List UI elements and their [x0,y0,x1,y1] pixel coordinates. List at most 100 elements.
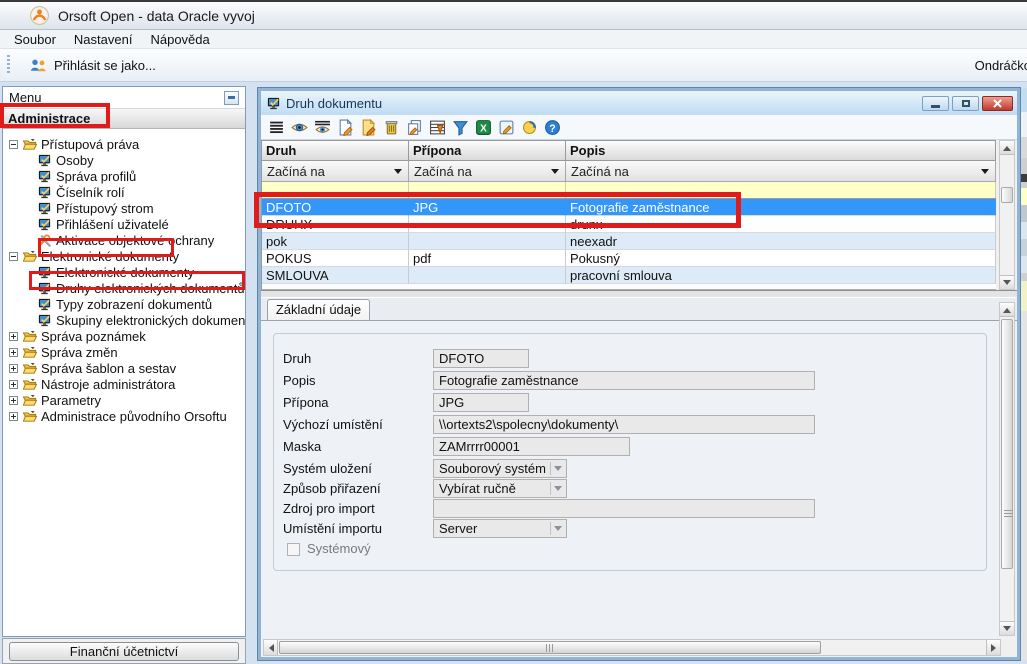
tree-item-nastroje-administratora[interactable]: Nástroje administrátora [3,376,245,392]
table-cell [409,233,566,250]
systemovy-checkbox[interactable] [287,543,300,556]
view-columns-icon[interactable] [314,119,331,136]
summary-icon[interactable] [429,119,446,136]
scrollbar-thumb[interactable] [279,641,821,654]
sidebar-collapse-button[interactable] [224,91,239,105]
form-field-umisteni-importu[interactable]: Server [433,519,567,538]
table-row[interactable]: DRUHXdrunx [262,216,996,233]
export-excel-icon[interactable]: X [475,119,492,136]
tree-item-administrace-puvodniho-orsoftu[interactable]: Administrace původního Orsoftu [3,408,245,424]
form-field-popis[interactable]: Fotografie zaměstnance [433,371,815,390]
expand-expander-icon[interactable] [9,332,18,341]
window-titlebar[interactable]: Druh dokumentu [261,91,1017,115]
minimize-button[interactable] [922,96,949,111]
expand-expander-icon[interactable] [9,348,18,357]
app-titlebar: Orsoft Open - data Oracle vyvoj [0,2,1027,30]
tree-item-aktivace-objektove-ochrany[interactable]: Aktivace objektové ochrany [3,232,245,248]
scroll-down-icon[interactable] [1000,275,1014,289]
scrollbar-thumb[interactable] [1001,187,1013,203]
scroll-up-icon[interactable] [1000,303,1014,317]
tab-zakladni-udaje[interactable]: Základní údaje [267,299,370,320]
sidebar-section-administrace[interactable]: Administrace [3,109,245,129]
column-header-popis[interactable]: Popis [566,140,996,161]
table-row[interactable]: pokneexadr [262,233,996,250]
expand-expander-icon[interactable] [9,364,18,373]
table-row[interactable]: POKUSpdfPokusný [262,250,996,267]
collapse-expander-icon[interactable] [9,140,18,149]
delete-record-icon[interactable] [383,119,400,136]
table-vertical-scrollbar[interactable] [999,140,1015,290]
toolbar-grip[interactable] [7,55,10,75]
refresh-icon[interactable] [521,119,538,136]
login-as-button[interactable]: Přihlásit se jako... [23,55,162,76]
expand-expander-icon[interactable] [9,380,18,389]
filter-input-cell[interactable] [566,182,996,198]
filter-input-cell[interactable] [409,182,566,198]
tree-item-druhy-elektronickych-dokumentu[interactable]: Druhy elektronických dokumentů [3,280,245,296]
tree-item-skupiny-elektronickych-dokumentu[interactable]: Skupiny elektronických dokumentů [3,312,245,328]
view-icon[interactable] [291,119,308,136]
scroll-up-icon[interactable] [1000,141,1014,155]
scrollbar-thumb[interactable] [1001,319,1013,569]
tools-icon [37,233,52,248]
tree-item-elektronicke-dokumenty[interactable]: Elektronické dokumenty [3,264,245,280]
tree-item-parametry[interactable]: Parametry [3,392,245,408]
menu-item-napoveda[interactable]: Nápověda [141,31,218,48]
form-field-pripona[interactable]: JPG [433,393,529,412]
form-field-zdroj-pro-import[interactable] [433,499,815,518]
tree-item-sprava-poznamek[interactable]: Správa poznámek [3,328,245,344]
horizontal-scrollbar[interactable] [263,639,1001,656]
filter-dropdown-druh[interactable]: Začíná na [262,161,409,182]
column-header-pripona[interactable]: Přípona [409,140,566,161]
scroll-right-icon[interactable] [986,640,1000,655]
tree-item-pristupova-prava[interactable]: Přístupová práva [3,136,245,152]
scroll-left-icon[interactable] [264,640,278,655]
form-label-zdroj-pro-import: Zdroj pro import [283,501,375,516]
expand-expander-icon[interactable] [9,412,18,421]
menu-item-soubor[interactable]: Soubor [5,31,65,48]
tree-item-prihlaseni-uzivatele[interactable]: Přihlášení uživatelé [3,216,245,232]
tree-item-sprava-profilu[interactable]: Správa profilů [3,168,245,184]
form-field-zpusob-prirazeni[interactable]: Vybírat ručně [433,479,567,498]
tree-item-sprava-zmen[interactable]: Správa změn [3,344,245,360]
tree-item-sprava-sablon-a-sestav[interactable]: Správa šablon a sestav [3,360,245,376]
tree-item-label: Druhy elektronických dokumentů [56,281,245,296]
tree-item-pristupovy-strom[interactable]: Přístupový strom [3,200,245,216]
form-vertical-scrollbar[interactable] [999,302,1015,636]
table-header-row: DruhPříponaPopis [262,140,996,161]
menu-item-nastaveni[interactable]: Nastavení [65,31,142,48]
form-field-druh[interactable]: DFOTO [433,349,529,368]
filter-input-cell[interactable] [262,182,409,198]
restore-button[interactable] [952,96,979,111]
copy-record-icon[interactable] [406,119,423,136]
table-cell: DRUHX [262,216,409,233]
list-icon[interactable] [268,119,285,136]
filter-dropdown-pripona[interactable]: Začíná na [409,161,566,182]
form-field-system-ulozeni[interactable]: Souborový systém [433,459,567,478]
table-row[interactable]: DFOTOJPGFotografie zaměstnance [262,199,996,216]
filter-dropdown-popis[interactable]: Začíná na [566,161,996,182]
scroll-down-icon[interactable] [1000,621,1014,635]
new-record-icon[interactable] [337,119,354,136]
table-cell: Pokusný [566,250,996,267]
tree-item-label: Přístupový strom [56,201,154,216]
form-field-vychozi-umisteni[interactable]: \\ortexts2\spolecny\dokumenty\ [433,415,815,434]
splitter[interactable] [261,290,1017,298]
table-filter-input-row[interactable] [262,182,996,199]
column-header-druh[interactable]: Druh [262,140,409,161]
expand-expander-icon[interactable] [9,396,18,405]
tree-item-ciselnik-roli[interactable]: Číselník rolí [3,184,245,200]
tree-item-typy-zobrazeni-dokumentu[interactable]: Typy zobrazení dokumentů [3,296,245,312]
help-icon[interactable]: ? [544,119,561,136]
tree-item-label: Elektronické dokumenty [56,265,194,280]
module-select-button[interactable]: Finanční účetnictví [9,642,239,661]
filter-icon[interactable] [452,119,469,136]
edit-record-icon[interactable] [360,119,377,136]
form-field-maska[interactable]: ZAMrrrr00001 [433,437,630,456]
collapse-expander-icon[interactable] [9,252,18,261]
tree-item-osoby[interactable]: Osoby [3,152,245,168]
close-button[interactable] [982,96,1013,111]
table-row[interactable]: SMLOUVApracovní smlouva [262,267,996,284]
edit-cell-icon[interactable] [498,119,515,136]
tree-item-elektronicke-dokumenty[interactable]: Elektronické dokumenty [3,248,245,264]
